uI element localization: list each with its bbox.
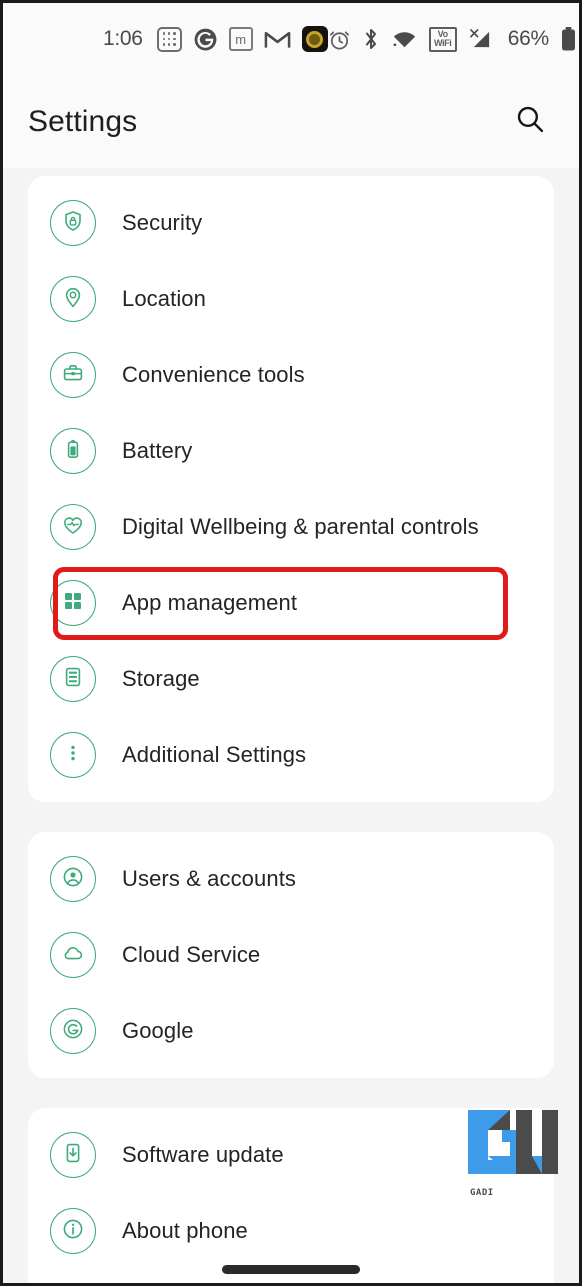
settings-item-google[interactable]: Google: [28, 993, 554, 1069]
settings-item-convenience-tools[interactable]: Convenience tools: [28, 337, 554, 413]
cloud-icon-circle: [50, 932, 96, 978]
settings-item-label: Convenience tools: [122, 362, 305, 387]
gmail-app-icon: [264, 28, 291, 50]
storage-stack-icon-circle: [50, 656, 96, 702]
settings-item-storage[interactable]: Storage: [28, 641, 554, 717]
settings-group-accounts: Users & accounts Cloud Service Google: [28, 832, 554, 1078]
storage-stack-icon: [61, 665, 85, 694]
bluetooth-icon: [362, 27, 380, 51]
shield-lock-icon-circle: [50, 200, 96, 246]
app-bar: Settings: [3, 75, 579, 168]
settings-item-label: About phone: [122, 1218, 248, 1243]
settings-item-label: App management: [122, 590, 298, 615]
google-g-icon: [61, 1017, 85, 1046]
settings-group-device: Security Location Convenience tools Batt…: [28, 176, 554, 802]
settings-item-additional-settings[interactable]: Additional Settings: [28, 717, 554, 793]
settings-item-label: Digital Wellbeing & parental controls: [122, 514, 479, 539]
settings-item-label: Security: [122, 210, 203, 235]
vowifi-icon: Vo WiFi: [428, 26, 457, 52]
software-update-icon: [61, 1141, 85, 1170]
toolbox-icon: [61, 361, 85, 390]
three-dots-vertical-icon: [61, 741, 85, 770]
location-pin-icon-circle: [50, 276, 96, 322]
info-circle-icon: [61, 1217, 85, 1246]
settings-item-security[interactable]: Security: [28, 185, 554, 261]
settings-item-cloud-service[interactable]: Cloud Service: [28, 917, 554, 993]
search-button[interactable]: [508, 100, 552, 144]
settings-item-label: Storage: [122, 666, 200, 691]
alarm-icon: [328, 28, 351, 51]
page-title: Settings: [28, 104, 138, 138]
settings-item-location[interactable]: Location: [28, 261, 554, 337]
grid-squares-icon: [62, 590, 84, 617]
cloud-icon: [61, 941, 85, 970]
navigation-gesture-bar: [3, 1256, 579, 1282]
toolbox-icon-circle: [50, 352, 96, 398]
person-circle-icon-circle: [50, 856, 96, 902]
battery-icon-circle: [50, 428, 96, 474]
battery-icon: [560, 26, 577, 52]
shield-lock-icon: [61, 209, 85, 238]
status-bar-right: Vo WiFi 66%: [328, 26, 577, 52]
three-dots-vertical-icon-circle: [50, 732, 96, 778]
status-bar-left: 1:06 m: [103, 26, 328, 52]
status-time: 1:06: [103, 27, 143, 50]
info-circle-icon-circle: [50, 1208, 96, 1254]
person-circle-icon: [61, 865, 85, 894]
google-app-icon: [193, 27, 218, 52]
cellular-signal-off-icon: [468, 28, 493, 51]
software-update-icon-circle: [50, 1132, 96, 1178]
settings-item-label: Google: [122, 1018, 194, 1043]
heart-icon-circle: [50, 504, 96, 550]
search-icon: [515, 104, 546, 140]
battery-percent-label: 66%: [507, 27, 549, 50]
m-app-icon: m: [228, 27, 253, 51]
location-pin-icon: [61, 285, 85, 314]
grid-squares-icon-circle: [50, 580, 96, 626]
keypad-app-icon: [156, 26, 182, 52]
home-gesture-pill[interactable]: [222, 1264, 360, 1274]
heart-icon: [61, 513, 85, 542]
settings-item-label: Location: [122, 286, 206, 311]
gold-app-icon: [301, 26, 328, 52]
battery-icon: [61, 437, 85, 466]
settings-item-digital-wellbeing[interactable]: Digital Wellbeing & parental controls: [28, 489, 554, 565]
settings-list-scroll[interactable]: Security Location Convenience tools Batt…: [3, 168, 579, 1283]
settings-item-app-management[interactable]: App management: [28, 565, 554, 641]
vowifi-line2: WiFi: [434, 38, 452, 48]
settings-item-label: Battery: [122, 438, 193, 463]
settings-item-label: Software update: [122, 1142, 284, 1167]
settings-item-users-accounts[interactable]: Users & accounts: [28, 841, 554, 917]
settings-item-label: Users & accounts: [122, 866, 297, 891]
status-bar: 1:06 m Vo WiFi 66%: [3, 3, 579, 75]
google-g-icon-circle: [50, 1008, 96, 1054]
wifi-icon: [391, 29, 418, 50]
settings-item-label: Cloud Service: [122, 942, 261, 967]
settings-item-software-update[interactable]: Software update: [28, 1117, 554, 1193]
settings-item-battery[interactable]: Battery: [28, 413, 554, 489]
settings-item-label: Additional Settings: [122, 742, 307, 767]
phone-screen: 1:06 m Vo WiFi 66% Settings Security Loc…: [0, 0, 582, 1286]
